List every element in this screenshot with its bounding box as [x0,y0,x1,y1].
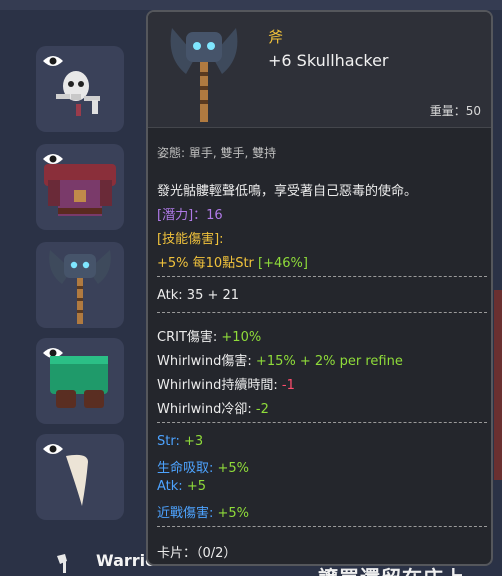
skill-damage-text: +5% 每10點Str [157,256,259,271]
inventory-slot-chest-armor[interactable] [36,144,124,230]
whirlwind-duration-line: Whirlwind持續時間: -1 [157,374,295,393]
skill-damage-label: [技能傷害]: [157,232,224,247]
description: 發光骷髏輕聲低鳴，享受著自己惡毒的使命。 [157,184,418,199]
weight-label: 重量： [429,104,466,118]
crit-value: +10% [221,330,262,345]
skull-creature-icon [56,71,100,116]
whirlwind-cooldown-value: -2 [255,402,269,417]
top-background-stripe [0,0,502,10]
melee-damage-label: 近戰傷害: [157,506,218,521]
divider [157,312,487,313]
item-name: +6 Skullhacker [268,51,389,70]
str-value: +3 [183,434,204,449]
skullhacker-axe-icon [170,28,238,122]
chest-armor-icon [44,164,116,216]
whirlwind-damage-line: Whirlwind傷害: +15% + 2% per refine [157,350,403,369]
axe-icon [49,250,111,324]
str-line: Str: +3 [157,434,203,449]
potential-label: [潛力]： [157,208,207,223]
atk-line: Atk: 35 + 21 [157,288,240,303]
whirlwind-damage-label: Whirlwind傷害: [157,354,256,369]
lifesteal-label: 生命吸取: [157,461,218,476]
crit-label: CRIT傷害: [157,330,222,345]
item-type: 斧 [268,28,284,46]
item-weight: 重量：50 [430,102,481,119]
whirlwind-duration-value: -1 [281,378,295,393]
item-tooltip: 斧 +6 Skullhacker 重量：50 姿態: 單手, 雙手, 雙持 發光… [146,10,493,566]
inventory-slot-green-pants[interactable] [36,338,124,424]
tooltip-header: 斧 +6 Skullhacker 重量：50 [148,12,491,128]
right-edge-panel [494,290,502,480]
green-pants-icon [50,356,108,408]
whirlwind-damage-value: +15% + 2% per refine [255,354,403,369]
str-label: Str: [157,434,184,449]
card-slots: 卡片：（0/2） [157,546,237,561]
whirlwind-cooldown-line: Whirlwind冷卻: -2 [157,398,269,417]
weight-value: 50 [465,104,481,118]
bone-fang-icon [66,454,88,506]
whirlwind-duration-label: Whirlwind持續時間: [157,378,282,393]
divider [157,276,487,277]
potential-value: 16 [206,208,223,223]
melee-damage-line: 近戰傷害: +5% [157,502,249,521]
skill-damage-bonus: [+46%] [258,256,308,271]
inventory-slot-skull-creature[interactable] [36,46,124,132]
lifesteal-line: 生命吸取: +5% [157,457,249,476]
crit-line: CRIT傷害: +10% [157,326,261,345]
atk-bonus-label: Atk: [157,479,187,494]
divider [157,526,487,527]
skill-damage-line: +5% 每10點Str [+46%] [157,252,308,271]
inventory-slot-bone-fang[interactable] [36,434,124,520]
atk-bonus-value: +5 [186,479,206,494]
atk-bonus-line: Atk: +5 [157,479,206,494]
divider [157,422,487,423]
potential-line: [潛力]：16 [157,204,223,223]
melee-damage-value: +5% [217,506,250,521]
inventory-slot-skullhacker-axe[interactable] [36,242,124,328]
class-axe-icon [57,554,67,573]
stance-line: 姿態: 單手, 雙手, 雙持 [157,146,277,160]
whirlwind-cooldown-label: Whirlwind冷卻: [157,402,256,417]
lifesteal-value: +5% [217,461,250,476]
